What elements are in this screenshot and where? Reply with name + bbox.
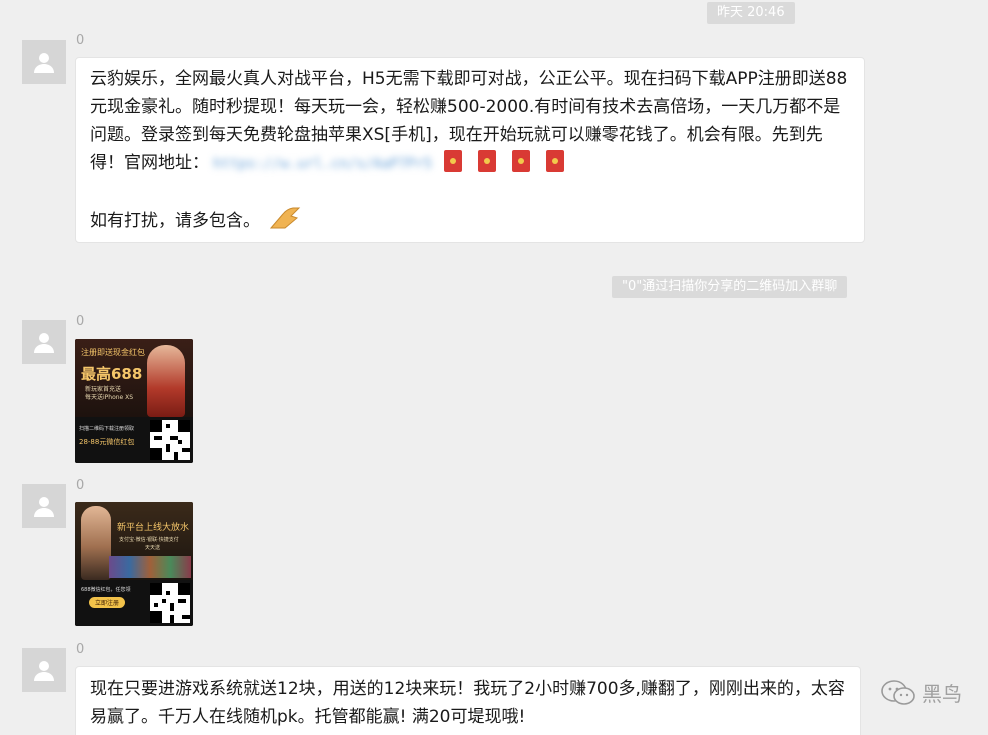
model-figure: [81, 506, 111, 580]
message-text: 现在只要进游戏系统就送12块，用送的12块来玩！我玩了2小时赚700多,赚翻了，…: [90, 679, 845, 727]
avatar[interactable]: [22, 648, 66, 692]
default-user-icon: [34, 53, 54, 73]
default-user-icon: [34, 333, 54, 353]
timestamp: 昨天 20:46: [707, 2, 795, 24]
ad-footer: 688微信红包，任您领: [81, 587, 131, 593]
default-user-icon: [34, 497, 54, 517]
message-bubble[interactable]: 现在只要进游戏系统就送12块，用送的12块来玩！我玩了2小时赚700多,赚翻了，…: [75, 666, 861, 735]
avatar[interactable]: [22, 320, 66, 364]
ad-image-message[interactable]: 新平台上线大放水 支付宝·微信·银联·快捷支付 天天送 688微信红包，任您领 …: [75, 502, 193, 626]
join-notice: "0"通过扫描你分享的二维码加入群聊: [612, 276, 848, 298]
game-thumbnails: [109, 556, 191, 578]
red-packet-emoji: [444, 150, 463, 172]
default-user-icon: [34, 661, 54, 681]
ad-button: 立即注册: [89, 597, 126, 608]
ad-banner: 注册即送现金红包: [81, 348, 145, 357]
red-packet-emoji: [478, 150, 497, 172]
ad-image-top: 新平台上线大放水 支付宝·微信·银联·快捷支付 天天送: [75, 502, 193, 580]
wechat-logo-icon: [881, 679, 915, 705]
ad-image-message[interactable]: 注册即送现金红包 最高688 新玩家首充送 每天送iPhone XS 扫描二维码…: [75, 339, 193, 463]
ad-headline: 最高688: [81, 365, 143, 383]
ad-image-bottom: 扫描二维码下载注册领取 28-88元微信红包: [75, 417, 193, 463]
ad-sub2: 天天送: [145, 545, 161, 551]
red-packet-emoji: [512, 150, 531, 172]
watermark: 黑鸟: [880, 678, 962, 707]
avatar[interactable]: [22, 40, 66, 84]
red-packet-emoji: [546, 150, 565, 172]
ad-image-top: 注册即送现金红包 最高688 新玩家首充送 每天送iPhone XS: [75, 339, 193, 417]
blurred-link[interactable]: https://w.url.cn/s/AaP7Pr5: [213, 150, 432, 178]
watermark-text: 黑鸟: [922, 682, 962, 706]
sender-name: 0: [76, 642, 85, 657]
sender-name: 0: [76, 478, 85, 493]
ad-footer: 扫描二维码下载注册领取: [79, 426, 135, 432]
model-figure: [147, 345, 185, 417]
qr-code: [150, 583, 190, 623]
ad-banner: 新平台上线大放水: [117, 523, 190, 533]
ad-sub2: 每天送iPhone XS: [85, 394, 134, 401]
folded-hands-emoji-icon: [270, 207, 301, 229]
message-bubble[interactable]: 云豹娱乐，全网最火真人对战平台，H5无需下载即可对战，公正公平。现在扫码下载AP…: [75, 57, 865, 243]
ad-image-bottom: 688微信红包，任您领 立即注册: [75, 580, 193, 626]
message-text: 云豹娱乐，全网最火真人对战平台，H5无需下载即可对战，公正公平。现在扫码下载AP…: [90, 65, 850, 178]
ad-sub: 支付宝·微信·银联·快捷支付: [119, 537, 179, 543]
qr-code: [150, 420, 190, 460]
ad-footer-2: 28-88元微信红包: [79, 438, 135, 446]
sender-name: 0: [76, 33, 85, 48]
message-closing: 如有打扰，请多包含。: [90, 206, 850, 235]
sender-name: 0: [76, 314, 85, 329]
avatar[interactable]: [22, 484, 66, 528]
